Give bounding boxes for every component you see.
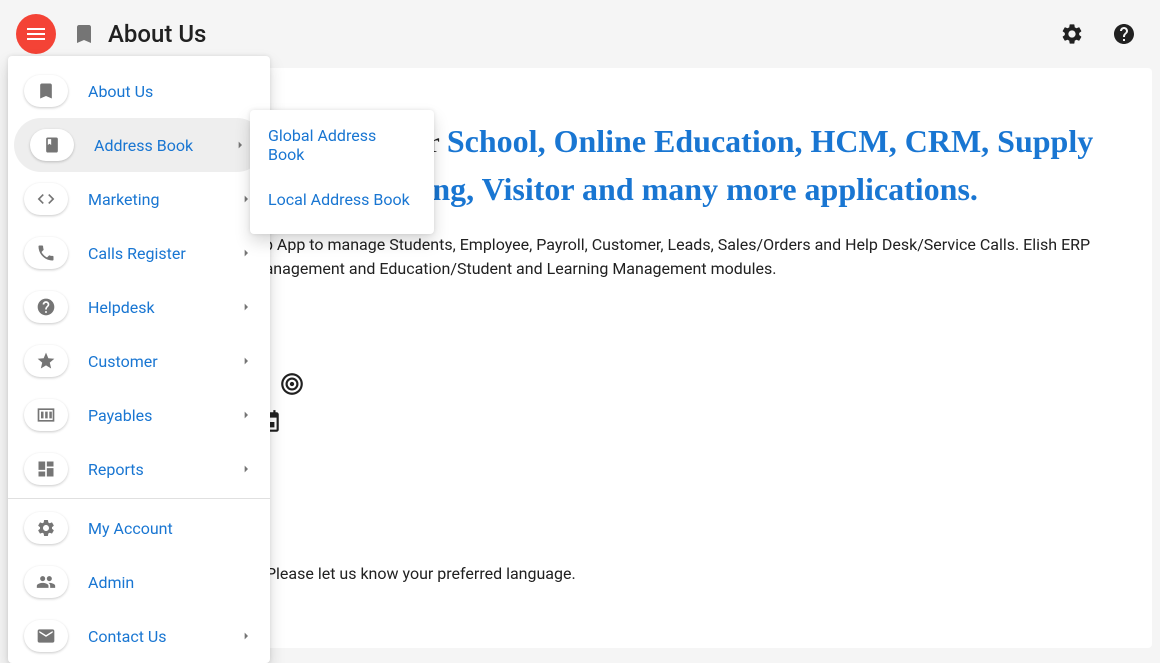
mail-icon	[24, 620, 68, 652]
nav-item-label: Address Book	[94, 136, 232, 155]
submenu-address-book: Global Address BookLocal Address Book	[250, 110, 434, 234]
settings-icon	[24, 512, 68, 544]
nav-drawer: About Us Address Book Marketing Calls Regis…	[8, 56, 270, 663]
code-icon	[24, 183, 68, 215]
group-icon	[24, 566, 68, 598]
menu-icon	[24, 22, 48, 46]
track-changes-icon	[279, 371, 305, 397]
nav-item-label: Marketing	[88, 190, 238, 209]
nav-item-admin[interactable]: Admin	[8, 555, 270, 609]
bookmark-icon	[72, 22, 96, 46]
nav-item-label: Calls Register	[88, 244, 238, 263]
star-icon	[24, 345, 68, 377]
nav-item-label: Helpdesk	[88, 298, 238, 317]
nav-item-calls-register[interactable]: Calls Register	[8, 226, 270, 280]
chevron-right-icon	[238, 461, 254, 477]
nav-item-contact-us[interactable]: Contact Us	[8, 609, 270, 663]
chevron-right-icon	[238, 353, 254, 369]
nav-item-label: Reports	[88, 460, 238, 479]
nav-item-customer[interactable]: Customer	[8, 334, 270, 388]
nav-item-label: Admin	[88, 573, 254, 592]
nav-item-label: Payables	[88, 406, 238, 425]
nav-item-label: Customer	[88, 352, 238, 371]
chevron-right-icon	[232, 137, 248, 153]
divider	[8, 498, 270, 499]
settings-button[interactable]	[1052, 14, 1092, 54]
nav-item-my-account[interactable]: My Account	[8, 501, 270, 555]
submenu-item-global-address-book[interactable]: Global Address Book	[250, 118, 434, 172]
contacts-icon	[30, 129, 74, 161]
money-icon	[24, 399, 68, 431]
chevron-right-icon	[238, 407, 254, 423]
dashboard-icon	[24, 453, 68, 485]
bookmark-icon	[24, 75, 68, 107]
nav-item-address-book[interactable]: Address Book	[14, 118, 264, 172]
nav-item-label: About Us	[88, 82, 254, 101]
submenu-item-local-address-book[interactable]: Local Address Book	[250, 172, 434, 226]
menu-button[interactable]	[16, 14, 56, 54]
nav-item-payables[interactable]: Payables	[8, 388, 270, 442]
nav-item-reports[interactable]: Reports	[8, 442, 270, 496]
nav-item-label: My Account	[88, 519, 254, 538]
chevron-right-icon	[238, 245, 254, 261]
phone-icon	[24, 237, 68, 269]
gear-icon	[1060, 22, 1084, 46]
page-title: About Us	[108, 20, 1052, 48]
nav-item-marketing[interactable]: Marketing	[8, 172, 270, 226]
help-icon	[24, 291, 68, 323]
help-button[interactable]	[1104, 14, 1144, 54]
nav-item-helpdesk[interactable]: Helpdesk	[8, 280, 270, 334]
chevron-right-icon	[238, 628, 254, 644]
help-icon	[1112, 22, 1136, 46]
nav-item-label: Contact Us	[88, 627, 238, 646]
nav-item-about-us[interactable]: About Us	[8, 64, 270, 118]
chevron-right-icon	[238, 299, 254, 315]
